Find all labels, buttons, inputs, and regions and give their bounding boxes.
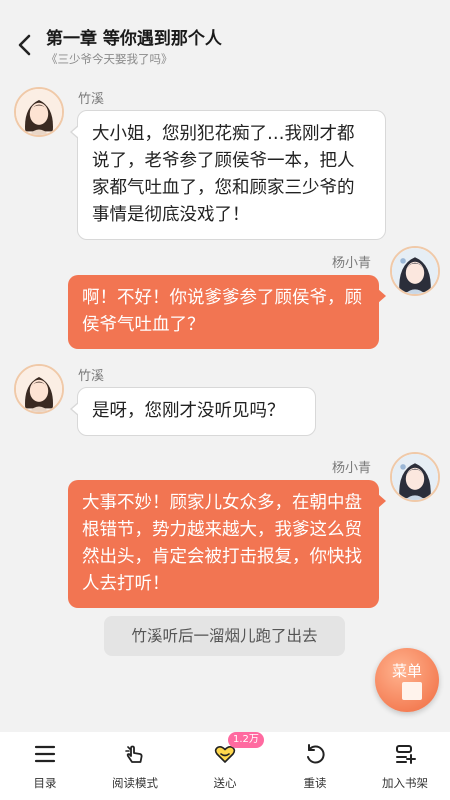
avatar-zhuxi[interactable] bbox=[14, 87, 64, 137]
list-icon bbox=[34, 745, 56, 763]
narration-text: 竹溪听后一溜烟儿跑了出去 bbox=[104, 616, 345, 656]
book-icon bbox=[402, 682, 422, 700]
girl-portrait-icon bbox=[392, 454, 438, 500]
speaker-name: 竹溪 bbox=[78, 92, 105, 107]
girl-portrait-icon bbox=[16, 89, 62, 135]
nav-item-send-heart[interactable]: 1.2万 送心 bbox=[180, 732, 270, 800]
header: 第一章 等你遇到那个人 《三少爷今天娶我了吗》 bbox=[0, 0, 450, 72]
avatar-yangxiaoqing[interactable] bbox=[390, 246, 440, 296]
speaker-name: 杨小青 bbox=[332, 256, 372, 271]
chapter-title: 第一章 等你遇到那个人 bbox=[46, 29, 222, 49]
avatar-yangxiaoqing[interactable] bbox=[390, 452, 440, 502]
nav-label: 重读 bbox=[303, 776, 327, 790]
girl-portrait-icon bbox=[392, 248, 438, 294]
nav-item-reading-mode[interactable]: 阅读模式 bbox=[90, 732, 180, 800]
book-title: 《三少爷今天娶我了吗》 bbox=[46, 52, 173, 66]
back-button[interactable] bbox=[10, 30, 40, 60]
menu-button[interactable]: 菜单 bbox=[375, 648, 439, 712]
add-bookshelf-icon bbox=[396, 745, 416, 764]
heart-count-badge: 1.2万 bbox=[228, 732, 264, 748]
chat-bubble-right: 大事不妙！顾家儿女众多，在朝中盘根错节，势力越来越大，我爹这么贸然出头，肯定会被… bbox=[68, 480, 386, 608]
chat-bubble-left: 是呀，您刚才没听见吗？ bbox=[70, 387, 316, 436]
nav-item-add-bookshelf[interactable]: 加入书架 bbox=[360, 732, 450, 800]
nav-item-catalog[interactable]: 目录 bbox=[0, 732, 90, 800]
avatar-zhuxi[interactable] bbox=[14, 364, 64, 414]
speaker-name: 杨小青 bbox=[332, 461, 372, 476]
replay-icon bbox=[307, 744, 325, 764]
bottom-nav: 目录 阅读模式 1.2万 送心 重读 加入书架 bbox=[0, 732, 450, 800]
chat-bubble-right: 啊！不好！你说爹爹参了顾侯爷，顾侯爷气吐血了？ bbox=[68, 275, 386, 349]
chat-bubble-left: 大小姐，您别犯花痴了…我刚才都说了，老爷参了顾侯爷一本，把人家都气吐血了，您和顾… bbox=[70, 110, 386, 240]
nav-label: 送心 bbox=[213, 776, 237, 790]
tap-hand-icon bbox=[125, 745, 143, 763]
nav-label: 目录 bbox=[33, 776, 57, 790]
girl-portrait-icon bbox=[16, 366, 62, 412]
nav-label: 加入书架 bbox=[382, 776, 428, 790]
chevron-left-icon bbox=[18, 34, 31, 56]
nav-label: 阅读模式 bbox=[112, 776, 158, 790]
nav-item-reread[interactable]: 重读 bbox=[270, 732, 360, 800]
speaker-name: 竹溪 bbox=[78, 369, 105, 384]
menu-button-label: 菜单 bbox=[391, 662, 422, 680]
